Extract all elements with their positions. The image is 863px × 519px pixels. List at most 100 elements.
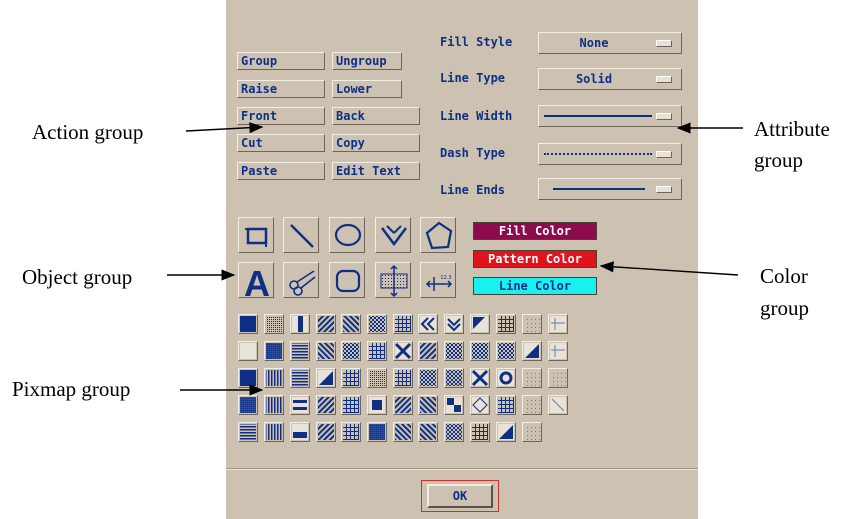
copy-button[interactable]: Copy bbox=[332, 134, 420, 152]
pixmap-swatch-check2[interactable] bbox=[341, 341, 361, 361]
pixmap-swatch-checks4[interactable] bbox=[444, 422, 464, 442]
polygon-tool-button[interactable] bbox=[420, 217, 456, 253]
line-width-menu[interactable] bbox=[538, 105, 682, 127]
pixmap-swatch-xcheck[interactable] bbox=[470, 341, 490, 361]
pixmap-swatch-hlines[interactable] bbox=[290, 341, 310, 361]
pixmap-swatch-bottombar[interactable] bbox=[290, 422, 310, 442]
pattern-halftri-icon bbox=[498, 424, 514, 440]
pixmap-swatch-vcheck[interactable] bbox=[418, 368, 438, 388]
pixmap-swatch-hbarl[interactable] bbox=[548, 314, 568, 334]
pixmap-swatch-vbar[interactable] bbox=[290, 314, 310, 334]
pixmap-swatch-hlines3[interactable] bbox=[238, 422, 258, 442]
pixmap-swatch-diag3[interactable] bbox=[316, 395, 336, 415]
pixmap-swatch-grid2[interactable] bbox=[470, 422, 490, 442]
pixmap-swatch-halftri[interactable] bbox=[496, 422, 516, 442]
lower-button[interactable]: Lower bbox=[332, 80, 402, 98]
line-type-menu[interactable]: Solid bbox=[538, 68, 682, 90]
pixmap-swatch-corner[interactable] bbox=[470, 314, 490, 334]
pixmap-swatch-diag4[interactable] bbox=[316, 422, 336, 442]
pixmap-swatch-hlines2[interactable] bbox=[290, 368, 310, 388]
scissors-tool-button[interactable] bbox=[283, 262, 319, 298]
pixmap-swatch-chevl[interactable] bbox=[418, 314, 438, 334]
pixmap-swatch-solid[interactable] bbox=[238, 314, 258, 334]
pixmap-swatch-diag6[interactable] bbox=[418, 422, 438, 442]
front-button[interactable]: Front bbox=[237, 107, 325, 125]
pixmap-swatch-bigdiag[interactable] bbox=[341, 314, 361, 334]
pixmap-swatch-check3[interactable] bbox=[444, 341, 464, 361]
pixmap-swatch-bigcheck[interactable] bbox=[496, 341, 516, 361]
pixmap-swatch-diag2[interactable] bbox=[418, 341, 438, 361]
pixmap-swatch-bigx[interactable] bbox=[393, 341, 413, 361]
paste-button[interactable]: Paste bbox=[237, 162, 325, 180]
rounded-rectangle-tool-button[interactable] bbox=[329, 262, 365, 298]
pixmap-swatch-quarter[interactable] bbox=[444, 395, 464, 415]
pixmap-swatch-bdiag[interactable] bbox=[316, 341, 336, 361]
fill-color-button[interactable]: Fill Color bbox=[473, 222, 597, 240]
cut-button[interactable]: Cut bbox=[237, 134, 325, 152]
edit-text-button[interactable]: Edit Text bbox=[332, 162, 420, 180]
pixmap-swatch-crosshatch[interactable] bbox=[341, 395, 361, 415]
pixmap-swatch-dense[interactable] bbox=[238, 395, 258, 415]
pixmap-swatch-maze[interactable] bbox=[341, 422, 361, 442]
pixmap-swatch-wave[interactable] bbox=[548, 368, 568, 388]
line-ends-menu[interactable] bbox=[538, 178, 682, 200]
dash-type-sample bbox=[544, 153, 652, 155]
line-tool-button[interactable] bbox=[283, 217, 319, 253]
pattern-stipple-icon bbox=[524, 397, 540, 413]
pixmap-swatch-hbars[interactable] bbox=[290, 395, 310, 415]
pixmap-swatch-chevd[interactable] bbox=[444, 314, 464, 334]
pixmap-tool-button[interactable] bbox=[375, 262, 411, 298]
pixmap-swatch-stars[interactable] bbox=[496, 395, 516, 415]
raise-button[interactable]: Raise bbox=[237, 80, 325, 98]
pattern-hlines3-icon bbox=[240, 424, 256, 440]
pixmap-swatch-triangle[interactable] bbox=[522, 341, 542, 361]
pixmap-swatch-vlines[interactable] bbox=[264, 368, 284, 388]
pixmap-swatch-solid[interactable] bbox=[238, 368, 258, 388]
pixmap-swatch-boxx[interactable] bbox=[470, 368, 490, 388]
polyline-tool-button[interactable] bbox=[375, 217, 411, 253]
rectangle-tool-button[interactable] bbox=[238, 217, 274, 253]
pixmap-swatch-wavy[interactable] bbox=[393, 395, 413, 415]
pixmap-swatch-tinylines[interactable] bbox=[522, 422, 542, 442]
ellipse-tool-button[interactable] bbox=[329, 217, 365, 253]
line-color-button[interactable]: Line Color bbox=[473, 277, 597, 295]
pixmap-swatch-diamond[interactable] bbox=[470, 395, 490, 415]
pixmap-swatch-xdiag[interactable] bbox=[393, 314, 413, 334]
pixmap-swatch-xcheck2[interactable] bbox=[444, 368, 464, 388]
pattern-vlines-icon bbox=[266, 370, 282, 386]
pixmap-swatch-stipple[interactable] bbox=[522, 395, 542, 415]
group-button[interactable]: Group bbox=[237, 52, 325, 70]
pixmap-swatch-diag[interactable] bbox=[316, 314, 336, 334]
pixmap-swatch-slash[interactable] bbox=[548, 395, 568, 415]
text-tool-button[interactable]: A bbox=[238, 262, 274, 299]
pixmap-swatch-circle[interactable] bbox=[496, 368, 516, 388]
pixmap-swatch-halfdiag[interactable] bbox=[316, 368, 336, 388]
fill-style-menu[interactable]: None bbox=[538, 32, 682, 54]
pixmap-swatch-check[interactable] bbox=[367, 314, 387, 334]
ok-button[interactable]: OK bbox=[427, 484, 493, 508]
ungroup-button[interactable]: Ungroup bbox=[332, 52, 402, 70]
line-width-label: Line Width bbox=[440, 109, 513, 123]
pixmap-swatch-sparse[interactable] bbox=[522, 368, 542, 388]
pixmap-swatch-smallgrid[interactable] bbox=[367, 341, 387, 361]
pixmap-swatch-twobars[interactable] bbox=[264, 422, 284, 442]
pixmap-swatch-dots[interactable] bbox=[264, 314, 284, 334]
pattern-color-button[interactable]: Pattern Color bbox=[473, 250, 597, 268]
pixmap-swatch-hbarl[interactable] bbox=[548, 341, 568, 361]
pixmap-swatch-dotdiag[interactable] bbox=[522, 314, 542, 334]
pixmap-swatch-empty[interactable] bbox=[238, 341, 258, 361]
pattern-diamond-icon bbox=[472, 397, 488, 413]
dash-type-menu[interactable] bbox=[538, 143, 682, 165]
pixmap-swatch-waves2[interactable] bbox=[418, 395, 438, 415]
pixmap-swatch-dense[interactable] bbox=[264, 341, 284, 361]
pixmap-swatch-square[interactable] bbox=[367, 395, 387, 415]
pixmap-swatch-diag5[interactable] bbox=[393, 422, 413, 442]
pixmap-swatch-dense2[interactable] bbox=[367, 422, 387, 442]
pixmap-swatch-dotsgrid[interactable] bbox=[367, 368, 387, 388]
pixmap-swatch-vlines2[interactable] bbox=[264, 395, 284, 415]
pixmap-swatch-xhatch[interactable] bbox=[341, 368, 361, 388]
pixmap-swatch-hash[interactable] bbox=[393, 368, 413, 388]
back-button[interactable]: Back bbox=[332, 107, 420, 125]
pixmap-swatch-grid[interactable] bbox=[496, 314, 516, 334]
dimension-line-tool-button[interactable]: 12.3 bbox=[420, 262, 456, 298]
